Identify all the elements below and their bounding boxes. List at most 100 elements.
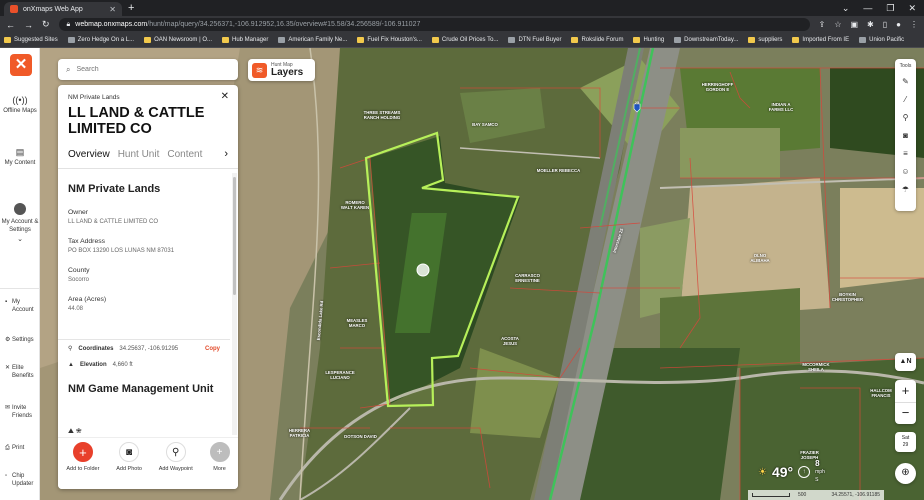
bookmark-label: Imported From IE <box>802 37 850 43</box>
pen-icon[interactable]: ✎ <box>895 77 916 87</box>
line-icon[interactable]: ⁄ <box>895 95 916 105</box>
browser-tab[interactable]: onXmaps Web App ✕ <box>4 2 122 16</box>
pin-icon: ⚲ <box>68 346 73 352</box>
search-input[interactable] <box>76 66 217 73</box>
nav-settings[interactable]: ⚙ Settings <box>0 336 40 344</box>
layers-icon: ≋ <box>252 62 267 78</box>
browser-actions: ⇪ ☆ ▣ ✱ ▯ ● ⋮ <box>819 20 918 29</box>
nav-print[interactable]: ⎙ Print <box>0 444 40 452</box>
profile-icon[interactable]: ● <box>896 20 901 29</box>
bookmark-item[interactable]: American Family Ne... <box>278 37 347 43</box>
nav-chip-updater[interactable]: ▫ Chip Updater <box>0 472 40 488</box>
tab-close-icon[interactable]: ✕ <box>109 5 116 14</box>
onx-favicon-icon <box>10 5 18 13</box>
panel-tabs: Overview Hunt Unit Content › <box>68 148 228 168</box>
layers-button[interactable]: ≋ Hunt Map Layers <box>248 59 315 81</box>
scrollbar-thumb[interactable] <box>233 177 236 295</box>
search-box[interactable]: ⌕ <box>58 59 238 80</box>
nav-my-account[interactable]: ▪ My Account <box>0 298 40 314</box>
url-host: webmap.onxmaps.com <box>75 21 148 28</box>
weather-icon[interactable]: ☂ <box>895 185 916 195</box>
bookmark-label: Hunting <box>643 37 665 43</box>
parcel-label: THREE STREAMS RANCH HOLDING <box>363 110 401 120</box>
chevron-down-icon[interactable]: ⌄ <box>0 236 40 244</box>
menu-icon[interactable]: ⋮ <box>910 20 918 29</box>
map-canvas[interactable]: THREE STREAMS RANCH HOLDING BAY SAMCO RO… <box>40 48 924 500</box>
nav-elite-label: Elite Benefits <box>12 365 34 379</box>
gear-icon: ⚙ <box>5 337 11 343</box>
window-controls: ⌄ — ❐ ✕ <box>842 0 924 16</box>
bookmark-item[interactable]: Hunting <box>633 37 664 43</box>
bookmark-item[interactable]: Crude Oil Prices To... <box>431 37 498 43</box>
extension-icon[interactable]: ▣ <box>850 20 858 29</box>
bookmark-item[interactable]: Zero Hedge On a L... <box>67 37 134 43</box>
elevation-value: 4,660 ft <box>112 362 133 368</box>
nav-my-account-label: My Account <box>12 299 34 313</box>
waypoint-icon[interactable]: ⚲ <box>895 113 916 123</box>
tab-hunt-unit[interactable]: Hunt Unit <box>118 149 160 160</box>
wind-unit: mph <box>815 469 825 475</box>
bookmark-item[interactable]: OAN Newsroom | O... <box>144 37 212 43</box>
zoom-out-button[interactable]: − <box>895 403 916 423</box>
copy-button[interactable]: Copy <box>205 346 220 352</box>
bookmark-label: Suggested Sites <box>14 37 58 43</box>
action-label: Add to Folder <box>66 466 100 472</box>
parcel-label: HERRERA PATRICIA <box>288 428 311 438</box>
puzzle-icon[interactable]: ✱ <box>867 20 874 29</box>
action-label: Add Photo <box>116 466 142 472</box>
browser-tab-strip: onXmaps Web App ✕ + ⌄ — ❐ ✕ <box>0 0 924 16</box>
friends-icon[interactable]: ☺ <box>895 167 916 177</box>
bookmark-item[interactable]: Fuel Fix Houston's... <box>357 37 422 43</box>
scale-text: 500 <box>798 492 807 498</box>
add-photo-button[interactable]: ◙ Add Photo <box>116 442 142 472</box>
tab-content[interactable]: Content <box>167 149 202 160</box>
satellite-toggle[interactable]: Sat 29 <box>895 432 916 452</box>
close-window-icon[interactable]: ✕ <box>908 3 916 14</box>
maximize-icon[interactable]: ❐ <box>886 3 894 14</box>
sidebar-icon[interactable]: ▯ <box>883 20 887 29</box>
bookmark-item[interactable]: Imported From IE <box>792 37 849 43</box>
nav-my-content[interactable]: ▤ My Content <box>0 148 40 167</box>
minimize-icon[interactable]: — <box>863 3 872 13</box>
gps-locate-button[interactable]: ⊕ <box>895 463 916 484</box>
panel-kicker: NM Private Lands <box>68 94 120 101</box>
bookmark-item[interactable]: Hub Manager <box>221 37 268 43</box>
onx-logo[interactable]: ✕ <box>10 54 32 76</box>
close-icon[interactable]: ✕ <box>221 91 229 102</box>
tab-search-icon[interactable]: ⌄ <box>842 3 850 14</box>
compass-button[interactable]: ▲N <box>895 353 916 371</box>
elite-icon: ✕ <box>5 365 11 371</box>
share-icon[interactable]: ⇪ <box>819 20 826 29</box>
nav-offline-maps[interactable]: ((•)) Offline Maps <box>0 96 40 115</box>
add-to-folder-button[interactable]: + Add to Folder <box>66 442 99 472</box>
parcel-label: OLNO ALIBAHA <box>750 253 770 263</box>
bookmark-item[interactable]: Suggested Sites <box>4 37 58 43</box>
field-area: Area (Acres) 44.08 <box>68 296 220 312</box>
new-tab-button[interactable]: + <box>128 2 134 16</box>
star-icon[interactable]: ☆ <box>834 20 841 29</box>
nav-invite-friends[interactable]: ✉ Invite Friends <box>0 404 40 420</box>
nav-offline-maps-label: Offline Maps <box>3 108 37 114</box>
bookmark-item[interactable]: Union Pacific <box>859 37 904 43</box>
nav-my-account-settings[interactable]: My Account & Settings ⌄ <box>0 203 40 247</box>
tab-overview[interactable]: Overview <box>68 149 110 160</box>
bookmark-item[interactable]: suppliers <box>748 37 782 43</box>
invite-icon: ✉ <box>5 405 11 411</box>
measure-icon[interactable]: ≡ <box>895 149 916 159</box>
url-bar[interactable]: 🔒︎ webmap.onxmaps.com/hunt/map/query/34.… <box>58 18 810 31</box>
nav-elite-benefits[interactable]: ✕ Elite Benefits <box>0 364 40 380</box>
add-waypoint-button[interactable]: ⚲ Add Waypoint <box>159 442 193 472</box>
bookmark-item[interactable]: DownstreamToday... <box>674 37 738 43</box>
bookmark-item[interactable]: Rokslide Forum <box>571 37 623 43</box>
parcel-label: BOYKIN CHRISTOPHER <box>831 292 864 302</box>
weather-widget[interactable]: ☀ 49° ↑ 8 mph S <box>758 460 825 484</box>
more-button[interactable]: + More <box>209 442 230 472</box>
forward-icon[interactable]: → <box>24 20 33 30</box>
zoom-in-button[interactable]: + <box>895 380 916 403</box>
wind-value: 8 <box>815 459 820 468</box>
bookmark-item[interactable]: DTN Fuel Buyer <box>508 37 561 43</box>
reload-icon[interactable]: ↻ <box>42 19 50 30</box>
camera-icon[interactable]: ◙ <box>895 131 916 141</box>
chevron-right-icon[interactable]: › <box>224 148 228 160</box>
back-icon[interactable]: ← <box>6 20 15 30</box>
